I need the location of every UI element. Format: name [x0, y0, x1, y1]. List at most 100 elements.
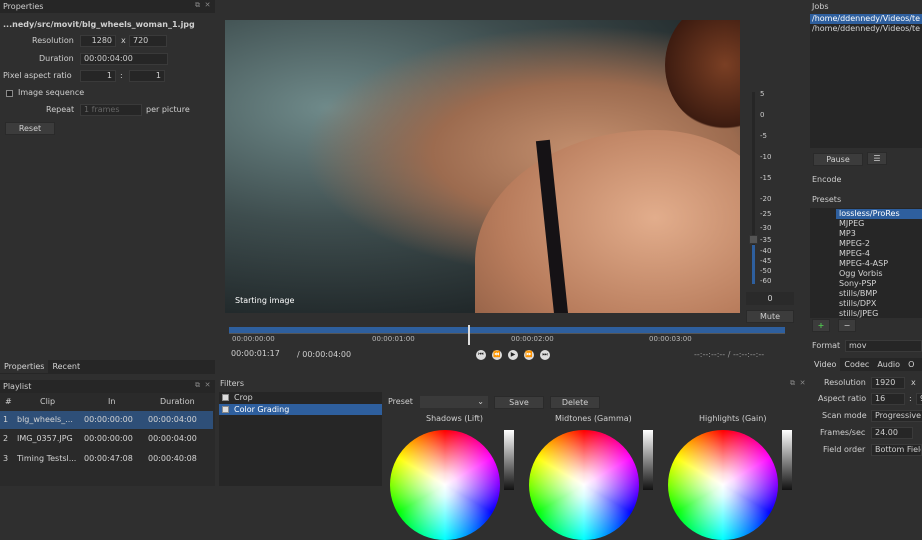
image-sequence-checkbox[interactable]	[6, 90, 13, 97]
preset-item[interactable]: MPEG-4-ASP	[839, 259, 888, 269]
ruler-label: 00:00:01:00	[372, 335, 415, 343]
ruler-label: 00:00:02:00	[511, 335, 554, 343]
float-icon[interactable]: ⧉	[194, 382, 201, 389]
tab-codec[interactable]: Codec	[840, 358, 873, 371]
filters-panel: Filters ⧉ ✕ Crop Color Grading Preset ⌄ …	[217, 378, 808, 540]
midtones-wheel[interactable]	[529, 430, 639, 540]
resolution-height[interactable]: 720	[129, 35, 167, 47]
tick: -50	[760, 267, 772, 275]
table-row[interactable]: 1 blg_wheels_... 00:00:00:00 00:00:04:00	[0, 411, 213, 429]
video-frame: Starting image	[225, 20, 740, 313]
col-num[interactable]: #	[5, 397, 12, 406]
row-duration: 00:00:04:00	[148, 434, 197, 443]
midtones-slider[interactable]	[643, 430, 653, 490]
add-preset-button[interactable]: +	[812, 319, 830, 332]
preset-item[interactable]: MPEG-4	[839, 249, 870, 259]
playhead[interactable]	[468, 325, 470, 345]
resolution-width[interactable]: 1280	[80, 35, 116, 47]
shadows-wheel[interactable]	[390, 430, 500, 540]
preset-item[interactable]: MPEG-2	[839, 239, 870, 249]
tab-other[interactable]: O	[904, 358, 918, 371]
encode-title: Encode	[812, 175, 842, 184]
delete-button[interactable]: Delete	[550, 396, 600, 409]
close-icon[interactable]: ✕	[799, 380, 806, 387]
fps-field[interactable]: 24.00	[871, 427, 913, 439]
pause-button[interactable]: Pause	[813, 153, 863, 166]
fast-forward-icon[interactable]: ⏩	[524, 350, 534, 360]
resolution-x: x	[121, 36, 126, 45]
table-row[interactable]: 3 Timing Testsl... 00:00:47:08 00:00:40:…	[0, 450, 213, 468]
encode-panel: Encode Presets lossless/ProRes MJPEG MP3…	[808, 170, 922, 486]
hair-shape	[665, 20, 740, 130]
preset-item[interactable]: stills/BMP	[839, 289, 877, 299]
tab-audio[interactable]: Audio	[873, 358, 904, 371]
crop-checkbox[interactable]	[222, 394, 229, 401]
enc-resolution-label: Resolution	[824, 378, 866, 387]
col-clip[interactable]: Clip	[40, 397, 55, 406]
enc-res-x: x	[911, 378, 916, 387]
mute-button[interactable]: Mute	[746, 310, 794, 323]
preset-item[interactable]: Ogg Vorbis	[839, 269, 883, 279]
chevron-down-icon: ⌄	[477, 397, 484, 406]
per-picture-label: per picture	[146, 105, 190, 114]
volume-zero-button[interactable]: 0	[746, 292, 794, 305]
duration-field[interactable]: 00:00:04:00	[80, 53, 168, 65]
preset-item[interactable]: Sony-PSP	[839, 279, 876, 289]
highlights-slider[interactable]	[782, 430, 792, 490]
ruler-label: 00:00:03:00	[649, 335, 692, 343]
format-label: Format	[812, 341, 841, 350]
meter-handle[interactable]	[749, 235, 758, 244]
left-tabs: Properties Recent	[0, 360, 215, 374]
jobs-menu-button[interactable]: ☰	[867, 152, 887, 165]
midtones-label: Midtones (Gamma)	[555, 414, 632, 423]
skip-next-icon[interactable]: ⏭	[540, 350, 550, 360]
row-in: 00:00:47:08	[84, 454, 133, 463]
play-icon[interactable]: ▶	[508, 350, 518, 360]
filter-item-color-grading[interactable]: Color Grading	[219, 404, 382, 415]
shadows-slider[interactable]	[504, 430, 514, 490]
tab-properties[interactable]: Properties	[0, 360, 49, 373]
tab-recent[interactable]: Recent	[48, 360, 84, 373]
reset-button[interactable]: Reset	[5, 122, 55, 135]
par-a[interactable]: 1	[80, 70, 116, 82]
aspect-b[interactable]: 9	[916, 393, 922, 405]
job-item[interactable]: /home/ddennedy/Videos/te	[810, 14, 922, 24]
rewind-icon[interactable]: ⏪	[492, 350, 502, 360]
preset-item[interactable]: lossless/ProRes	[836, 209, 922, 219]
tab-video[interactable]: Video	[810, 358, 841, 371]
filter-item-crop[interactable]: Crop	[219, 392, 382, 403]
scan-select[interactable]: Progressive	[871, 410, 922, 422]
col-duration[interactable]: Duration	[160, 397, 195, 406]
remove-preset-button[interactable]: −	[838, 319, 856, 332]
highlights-wheel[interactable]	[668, 430, 778, 540]
close-icon[interactable]: ✕	[204, 2, 211, 9]
color-grading-checkbox[interactable]	[222, 406, 229, 413]
tick: -30	[760, 224, 772, 232]
preset-select[interactable]: ⌄	[420, 396, 488, 408]
float-icon[interactable]: ⧉	[194, 2, 201, 9]
position-field[interactable]: 00:00:01:17	[228, 349, 294, 361]
preset-item[interactable]: MP3	[839, 229, 856, 239]
preset-item[interactable]: MJPEG	[839, 219, 864, 229]
filters-title: Filters	[220, 379, 244, 388]
float-icon[interactable]: ⧉	[789, 380, 796, 387]
col-in[interactable]: In	[108, 397, 115, 406]
par-b[interactable]: 1	[129, 70, 165, 82]
file-name: ...nedy/src/movit/blg_wheels_woman_1.jpg	[3, 20, 195, 29]
skip-previous-icon[interactable]: ⏮	[476, 350, 486, 360]
preset-item[interactable]: stills/JPEG	[839, 309, 878, 319]
repeat-field[interactable]: 1 frames	[80, 104, 142, 116]
aspect-a[interactable]: 16	[871, 393, 905, 405]
job-item[interactable]: /home/ddennedy/Videos/te	[810, 24, 922, 34]
preset-item[interactable]: stills/DPX	[839, 299, 876, 309]
audio-meter: 5 0 -5 -10 -15 -20 -25 -30 -35 -40 -45 -…	[744, 90, 800, 290]
field-order-select[interactable]: Bottom Field	[871, 444, 922, 456]
save-button[interactable]: Save	[494, 396, 544, 409]
enc-res-width[interactable]: 1920	[871, 377, 905, 389]
format-select[interactable]: mov	[845, 340, 922, 352]
table-row[interactable]: 2 IMG_0357.JPG 00:00:00:00 00:00:04:00	[0, 430, 213, 448]
playlist-title: Playlist	[0, 380, 215, 393]
duration-total: / 00:00:04:00	[297, 350, 352, 359]
timeline-ruler[interactable]: 00:00:00:00 00:00:01:00 00:00:02:00 00:0…	[229, 325, 785, 345]
close-icon[interactable]: ✕	[204, 382, 211, 389]
